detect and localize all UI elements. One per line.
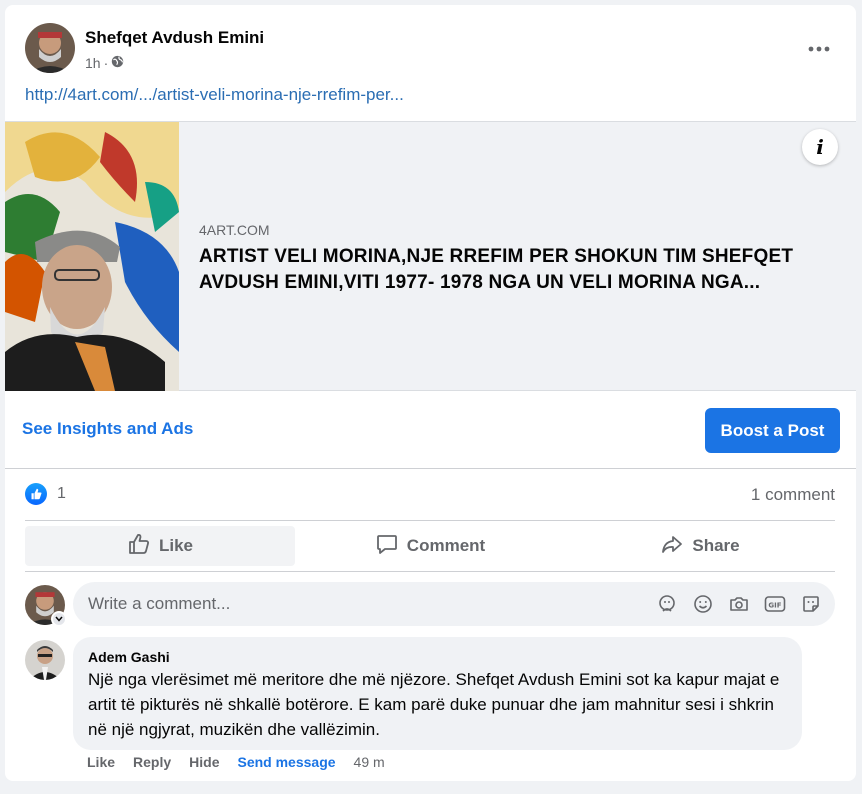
camera-icon[interactable] (727, 592, 751, 616)
like-label: Like (158, 536, 194, 555)
sticker-icon[interactable] (799, 592, 823, 616)
commenter-avatar[interactable] (25, 640, 65, 680)
chevron-down-icon[interactable] (51, 611, 67, 627)
emoji-icon[interactable] (691, 592, 715, 616)
preview-thumbnail[interactable] (5, 122, 179, 391)
like-button[interactable]: Like (25, 526, 295, 566)
more-options-button[interactable] (801, 33, 837, 63)
boost-post-button[interactable]: Boost a Post (705, 408, 840, 453)
write-comment-input[interactable] (88, 582, 648, 626)
info-button[interactable]: i (802, 129, 838, 165)
share-icon (660, 532, 684, 561)
svg-text:GIF: GIF (768, 602, 781, 610)
share-label: Share (692, 536, 740, 555)
reaction-count: 1 (57, 485, 66, 502)
divider (5, 468, 856, 469)
gif-icon[interactable]: GIF (763, 592, 787, 616)
post-header: Shefqet Avdush Emini 1h · (25, 23, 837, 75)
see-insights-link[interactable]: See Insights and Ads (22, 419, 193, 439)
comment-author[interactable]: Adem Gashi (88, 649, 787, 665)
preview-domain: 4ART.COM (199, 222, 270, 238)
author-name[interactable]: Shefqet Avdush Emini (85, 28, 264, 48)
reaction-summary[interactable]: 1 (25, 483, 66, 505)
avatar-sticker-icon[interactable] (655, 592, 679, 616)
send-message-button[interactable]: Send message (237, 754, 335, 770)
composer-icons: GIF (655, 592, 823, 616)
like-reaction-icon (25, 483, 47, 505)
preview-title[interactable]: ARTIST VELI MORINA,NJE RREFIM PER SHOKUN… (199, 244, 829, 296)
comment-reply-button[interactable]: Reply (133, 754, 171, 770)
info-icon: i (816, 135, 824, 159)
comment-count-link[interactable]: 1 comment (751, 485, 835, 505)
comment-icon (375, 532, 399, 561)
comment-text: Një nga vlerësimet më meritore dhe më nj… (88, 670, 780, 739)
share-button[interactable]: Share (565, 526, 835, 566)
comment-hide-button[interactable]: Hide (189, 754, 219, 770)
post-card: Shefqet Avdush Emini 1h · http://4art.co… (5, 5, 856, 781)
comment-composer: GIF (73, 582, 835, 626)
post-meta: 1h · (85, 55, 124, 71)
globe-icon[interactable] (111, 55, 124, 71)
comment-time[interactable]: 49 m (354, 754, 385, 770)
post-actions-bar: Like Comment Share (25, 526, 835, 566)
more-horizontal-icon (808, 39, 830, 57)
thumbs-up-icon (127, 532, 151, 561)
comment-actions: Like Reply Hide Send message 49 m (87, 754, 385, 770)
comment-bubble: Adem Gashi Një nga vlerësimet më meritor… (73, 637, 802, 750)
divider (25, 571, 835, 572)
link-preview[interactable]: 4ART.COM ARTIST VELI MORINA,NJE RREFIM P… (5, 121, 856, 391)
comment-label: Comment (406, 536, 486, 555)
post-link[interactable]: http://4art.com/.../artist-veli-morina-n… (25, 85, 404, 105)
divider (25, 520, 835, 521)
post-time[interactable]: 1h (85, 55, 101, 71)
comment-like-button[interactable]: Like (87, 754, 115, 770)
author-avatar[interactable] (25, 23, 75, 73)
meta-separator: · (103, 55, 109, 71)
comment-button[interactable]: Comment (295, 526, 565, 566)
